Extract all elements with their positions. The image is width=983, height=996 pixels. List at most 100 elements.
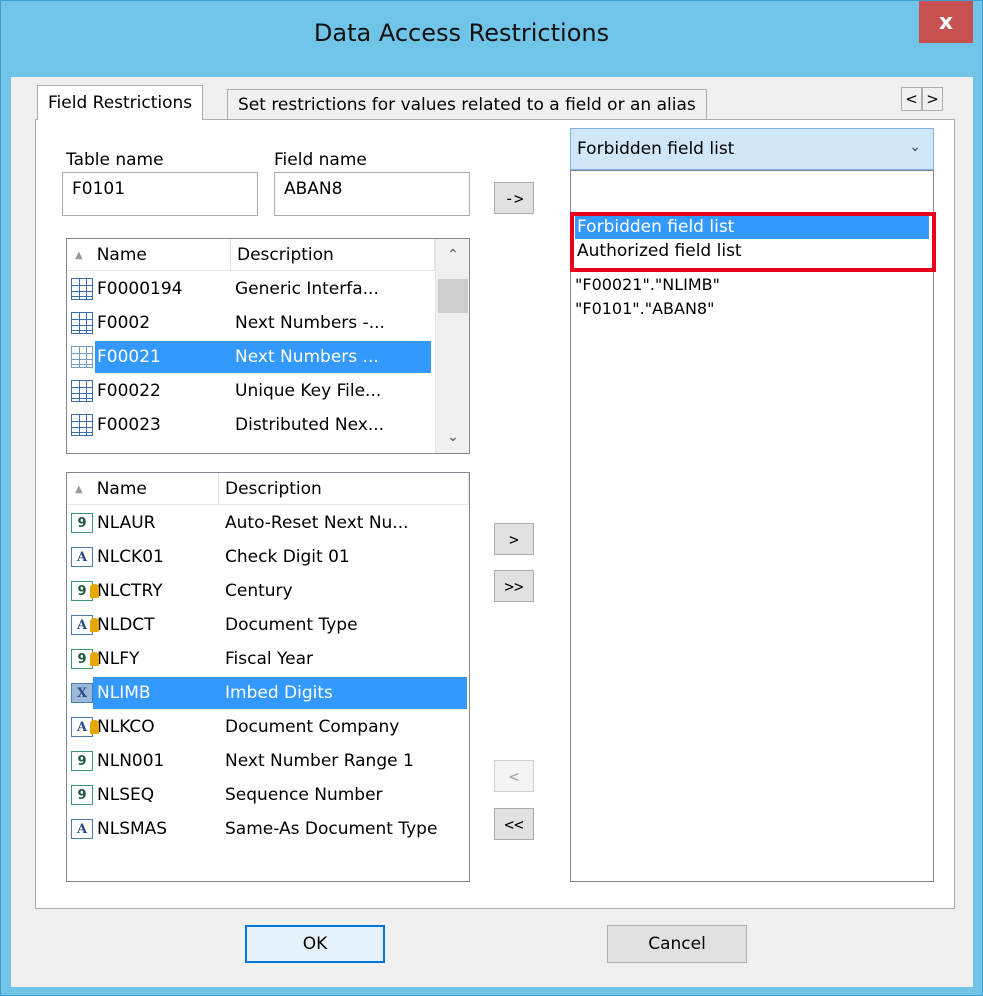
table-row[interactable]: F0002 Next Numbers -... <box>71 307 431 339</box>
field-description-cell: Document Company <box>225 717 400 737</box>
table-icon <box>71 278 93 300</box>
field-row[interactable]: 9 NLSEQ Sequence Number <box>71 779 467 811</box>
add-field-button[interactable]: -> <box>494 182 534 214</box>
numeric-field-icon: 9 <box>71 513 93 533</box>
annotation-highlight-box <box>570 212 936 272</box>
string-field-icon: A <box>71 717 99 737</box>
table-name-cell: F0002 <box>97 313 151 333</box>
table-name-cell: F00021 <box>95 341 227 373</box>
field-row[interactable]: 9 NLN001 Next Number Range 1 <box>71 745 467 777</box>
field-name-input[interactable]: ABAN8 <box>274 172 470 216</box>
field-name-cell: NLFY <box>97 649 140 669</box>
field-description-cell: Sequence Number <box>225 785 383 805</box>
field-name-cell: NLSEQ <box>97 785 155 805</box>
field-name-label: Field name <box>274 150 367 170</box>
field-row[interactable]: A NLDCT Document Type <box>71 609 467 641</box>
field-row[interactable]: 9 NLFY Fiscal Year <box>71 643 467 675</box>
move-left-button[interactable]: < <box>494 760 534 792</box>
list-type-dropdown[interactable]: Forbidden field list ⌄ <box>570 128 934 170</box>
field-name-cell: NLDCT <box>97 615 155 635</box>
table-description-cell: Next Numbers ... <box>227 341 431 373</box>
tab-scroll-left-button[interactable]: < <box>901 87 922 111</box>
move-right-button[interactable]: > <box>494 523 534 555</box>
field-description-cell: Auto-Reset Next Nu... <box>225 513 409 533</box>
field-name-cell: NLKCO <box>97 717 155 737</box>
table-description-cell: Next Numbers -... <box>235 313 385 333</box>
name-column-header[interactable]: ▲ Name <box>67 473 219 505</box>
field-restrictions-page: Table name F0101 Field name ABAN8 -> ▲ N… <box>35 119 955 909</box>
title-bar: Data Access Restrictions x <box>1 1 982 77</box>
name-column-header[interactable]: ▲ Name <box>67 239 231 271</box>
field-description-cell: Check Digit 01 <box>225 547 350 567</box>
field-description-cell: Document Type <box>225 615 358 635</box>
string-field-icon: A <box>71 615 99 635</box>
table-description-cell: Unique Key File... <box>235 381 382 401</box>
fields-list[interactable]: ▲ Name Description 9 NLAUR Auto-Reset Next… <box>66 472 470 882</box>
key-icon <box>90 652 99 666</box>
tables-list-scrollbar[interactable]: ⌃ ⌄ <box>435 239 469 453</box>
field-name-cell: NLIMB <box>93 677 217 709</box>
field-name-cell: NLAUR <box>97 513 156 533</box>
field-name-cell: NLCK01 <box>97 547 164 567</box>
restricted-fields-list[interactable]: "F00021"."NLIMB" "F0101"."ABAN8" Forbidd… <box>570 170 934 882</box>
field-name-cell: NLN001 <box>97 751 165 771</box>
field-name-cell: NLSMAS <box>97 819 168 839</box>
table-description-cell: Distributed Nex... <box>235 415 385 435</box>
table-row[interactable]: F00022 Unique Key File... <box>71 375 431 407</box>
tab-field-restrictions[interactable]: Field Restrictions <box>37 85 204 120</box>
field-row[interactable]: 9 NLAUR Auto-Reset Next Nu... <box>71 507 467 539</box>
scroll-up-icon[interactable]: ⌃ <box>436 239 469 271</box>
table-icon <box>71 312 93 334</box>
field-row[interactable]: 9 NLCTRY Century <box>71 575 467 607</box>
ok-button[interactable]: OK <box>245 925 385 963</box>
field-description-cell: Imbed Digits <box>217 677 467 709</box>
table-row[interactable]: F00023 Distributed Nex... <box>71 409 431 441</box>
field-row[interactable]: A NLSMAS Same-As Document Type <box>71 813 467 845</box>
binary-field-icon: X <box>71 683 93 703</box>
table-name-input[interactable]: F0101 <box>62 172 258 216</box>
list-type-value: Forbidden field list <box>577 139 735 159</box>
description-column-header[interactable]: Description <box>219 473 469 505</box>
tab-value-restrictions[interactable]: Set restrictions for values related to a… <box>227 89 707 119</box>
field-row[interactable]: A NLKCO Document Company <box>71 711 467 743</box>
chevron-down-icon: ⌄ <box>909 139 921 155</box>
key-icon <box>90 720 99 734</box>
sort-ascending-icon: ▲ <box>75 249 83 261</box>
cancel-button[interactable]: Cancel <box>607 925 747 963</box>
close-button[interactable]: x <box>919 1 973 43</box>
description-column-header[interactable]: Description <box>231 239 435 271</box>
tables-list[interactable]: ▲ Name Description F0000194 Generic Inter… <box>66 238 470 454</box>
string-field-icon: A <box>71 819 93 839</box>
tab-scroll-buttons: < > <box>901 87 943 111</box>
numeric-field-icon: 9 <box>71 649 99 669</box>
window-title: Data Access Restrictions <box>313 19 610 47</box>
field-row[interactable]: A NLCK01 Check Digit 01 <box>71 541 467 573</box>
table-icon <box>71 414 93 436</box>
numeric-field-icon: 9 <box>71 581 99 601</box>
sort-ascending-icon: ▲ <box>75 483 83 495</box>
dialog-client-area: Field Restrictions Set restrictions for … <box>11 77 973 987</box>
restricted-item[interactable]: "F00021"."NLIMB" <box>575 275 720 294</box>
table-name-label: Table name <box>66 150 164 170</box>
field-description-cell: Fiscal Year <box>225 649 314 669</box>
move-all-right-button[interactable]: >> <box>494 570 534 602</box>
table-name-cell: F0000194 <box>97 279 183 299</box>
table-icon <box>71 346 93 368</box>
scrollbar-thumb[interactable] <box>438 279 468 313</box>
move-all-left-button[interactable]: << <box>494 808 534 840</box>
table-row[interactable]: F00021 Next Numbers ... <box>71 341 431 373</box>
key-icon <box>90 618 99 632</box>
field-description-cell: Next Number Range 1 <box>225 751 414 771</box>
table-row[interactable]: F0000194 Generic Interfa... <box>71 273 431 305</box>
field-row[interactable]: X NLIMB Imbed Digits <box>71 677 467 709</box>
restricted-item[interactable]: "F0101"."ABAN8" <box>575 299 714 318</box>
scroll-down-icon[interactable]: ⌄ <box>436 421 469 453</box>
key-icon <box>90 584 99 598</box>
string-field-icon: A <box>71 547 93 567</box>
numeric-field-icon: 9 <box>71 785 93 805</box>
field-description-cell: Same-As Document Type <box>225 819 438 839</box>
table-name-cell: F00022 <box>97 381 161 401</box>
tab-scroll-right-button[interactable]: > <box>922 87 943 111</box>
dialog-window: Data Access Restrictions x Field Restric… <box>0 0 983 996</box>
fields-list-header: ▲ Name Description <box>67 473 469 505</box>
